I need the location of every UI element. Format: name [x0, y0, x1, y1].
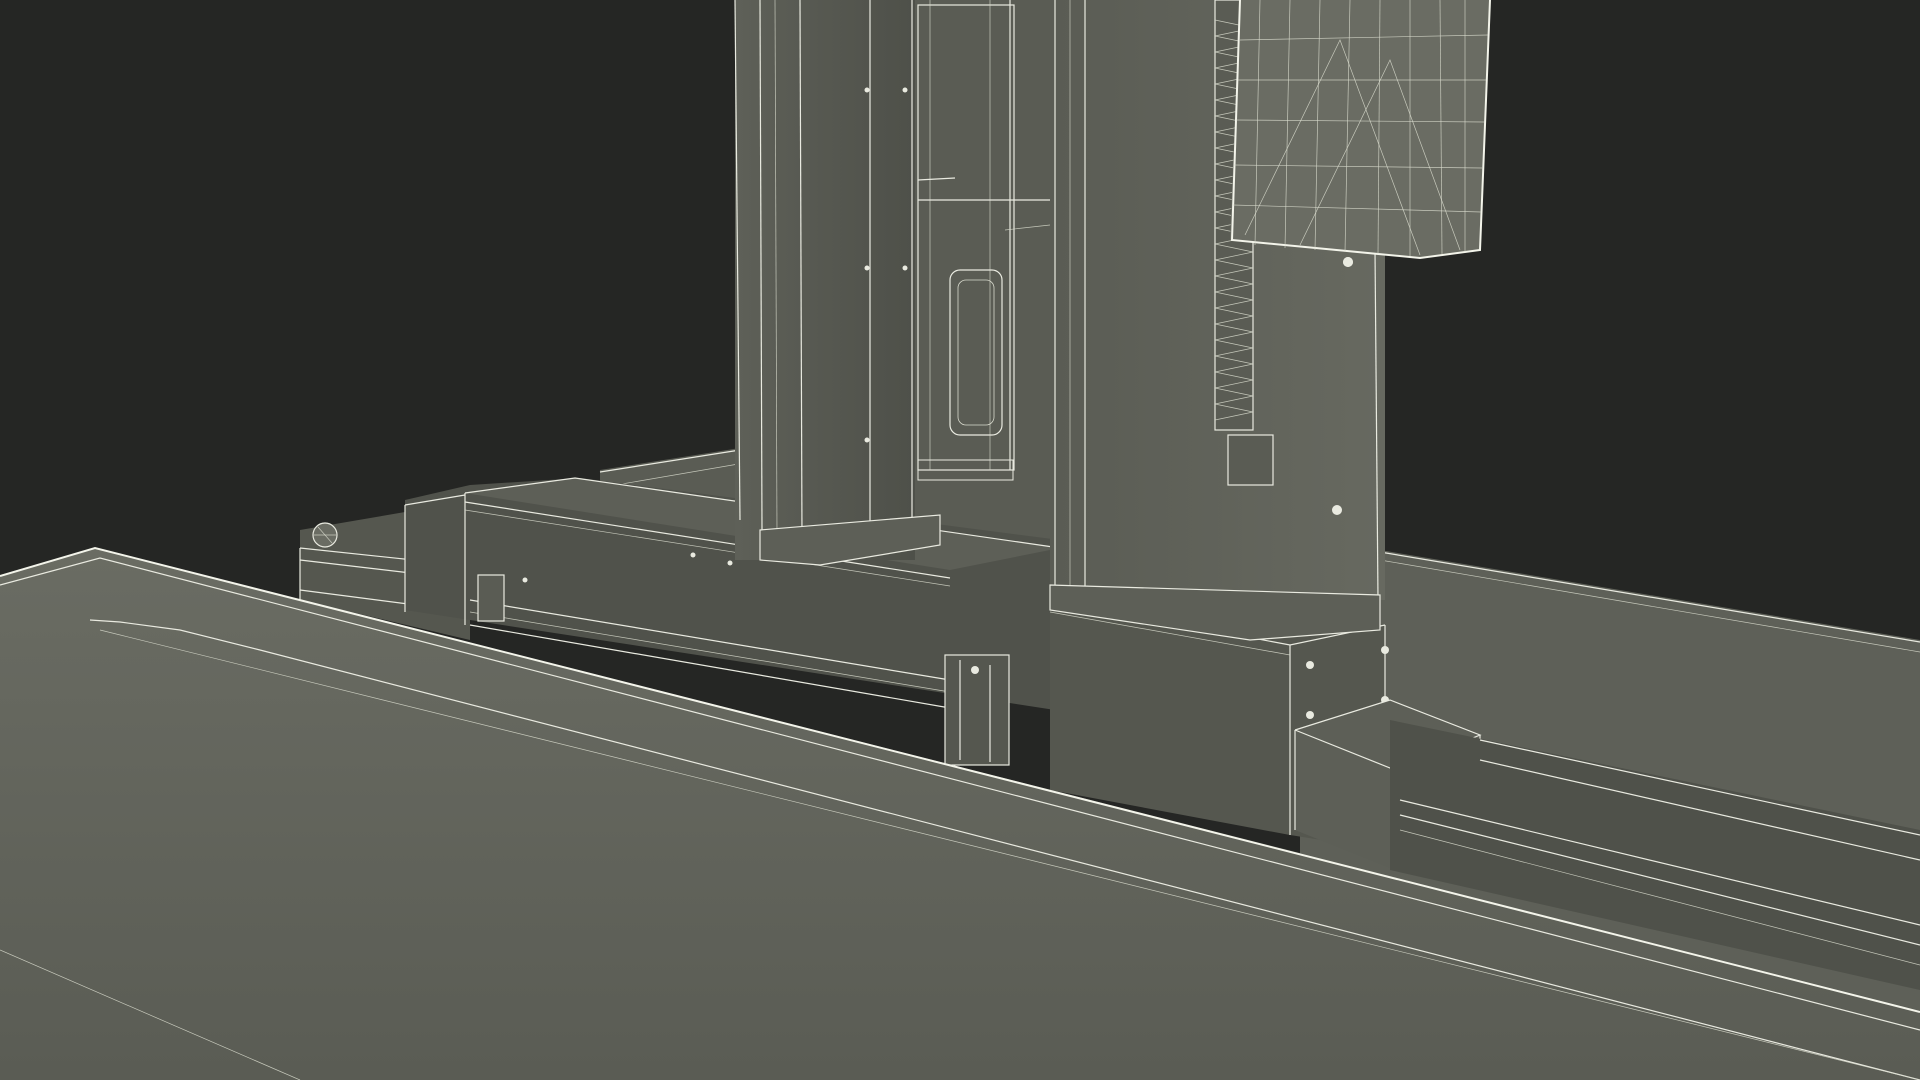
left-column: [734, 0, 941, 566]
center-panel: [915, 0, 1051, 495]
head-panel: [1230, 0, 1491, 267]
render-viewport: [0, 0, 1920, 1080]
wireframe-scene: [0, 0, 1920, 1080]
latch-clamp: [477, 574, 505, 622]
